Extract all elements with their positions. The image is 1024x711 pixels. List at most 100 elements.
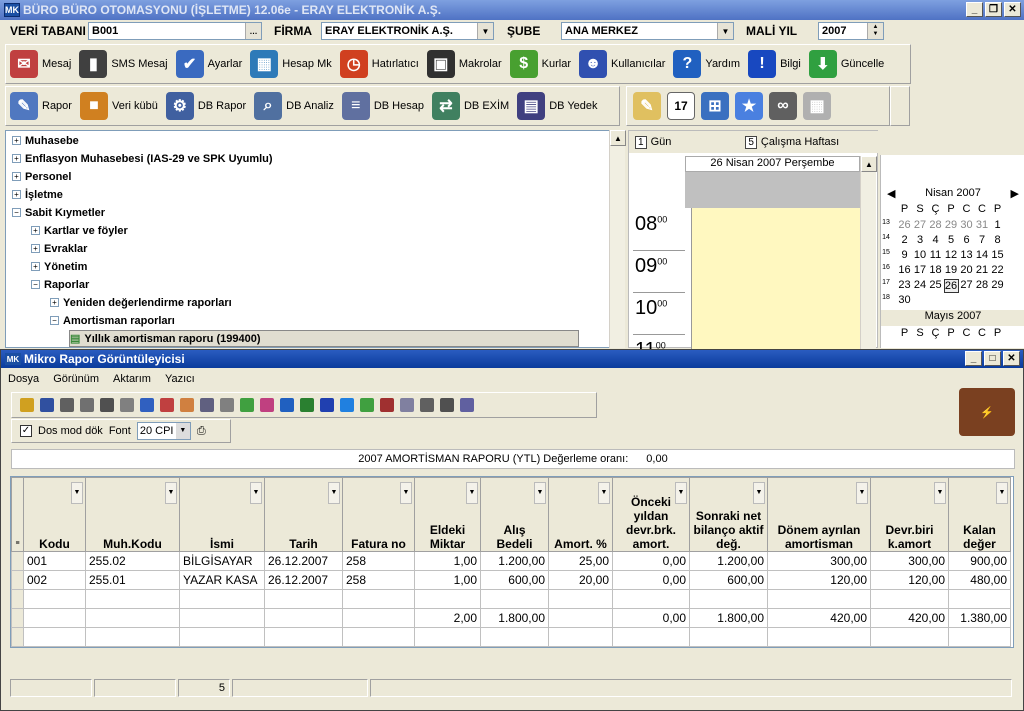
viewer-close-button[interactable]: ✕	[1003, 351, 1020, 366]
calendar-day[interactable]: 28	[975, 279, 990, 291]
filter-dropdown-icon[interactable]: ▼	[534, 482, 546, 504]
row-selector[interactable]	[11, 608, 24, 628]
spin-icon[interactable]: ▲ ▼	[867, 23, 883, 39]
kullanıcılar-button[interactable]: ☻ Kullanıcılar	[575, 45, 669, 83]
web-icon[interactable]	[380, 398, 394, 412]
collapse-icon[interactable]: −	[50, 316, 59, 325]
table-row[interactable]	[11, 627, 1011, 647]
db-exi-m-button[interactable]: ⇄ DB EXİM	[428, 87, 513, 125]
copy-icon[interactable]	[80, 398, 94, 412]
viewer-minimize-button[interactable]: _	[965, 351, 982, 366]
filter-dropdown-icon[interactable]: ▼	[996, 482, 1008, 504]
settings-icon[interactable]	[100, 398, 114, 412]
column-header[interactable]: Tarih ▼	[264, 477, 343, 552]
time-slots[interactable]	[691, 208, 860, 349]
collapse-icon[interactable]: −	[31, 280, 40, 289]
bilgi-button[interactable]: ! Bilgi	[744, 45, 805, 83]
chevron-down-icon[interactable]: ▼	[717, 23, 733, 39]
filter-dropdown-icon[interactable]: ▼	[598, 482, 610, 504]
calendar-day[interactable]: 17	[913, 264, 928, 276]
db-yedek-button[interactable]: ▤ DB Yedek	[513, 87, 601, 125]
calendar-day[interactable]: 10	[913, 249, 928, 261]
text-icon[interactable]	[440, 398, 454, 412]
font-select[interactable]: 20 CPI ▼	[136, 422, 191, 440]
rapor-button[interactable]: ✎ Rapor	[6, 87, 76, 125]
table-row[interactable]	[11, 589, 1011, 609]
column-header[interactable]: Dönem ayrılan amortisman ▼	[767, 477, 871, 552]
calendar-day[interactable]: 7	[975, 234, 990, 246]
minimize-button[interactable]: _	[966, 2, 983, 17]
calendar-day[interactable]: 27	[913, 219, 928, 231]
filter-dropdown-icon[interactable]: ▼	[856, 482, 868, 504]
row-selector[interactable]	[11, 589, 24, 609]
tree-node[interactable]: − Raporlar	[31, 276, 89, 293]
filter-dropdown-icon[interactable]: ▼	[934, 482, 946, 504]
expand-icon[interactable]: +	[50, 298, 59, 307]
restore-button[interactable]: ❐	[985, 2, 1002, 17]
pdf-icon[interactable]	[420, 398, 434, 412]
column-header[interactable]: İsmi ▼	[179, 477, 265, 552]
tree-node[interactable]: + Yönetim	[31, 258, 87, 275]
expand-icon[interactable]: +	[12, 136, 21, 145]
filter-dropdown-icon[interactable]: ▼	[400, 482, 412, 504]
email-icon[interactable]	[400, 398, 414, 412]
list-icon[interactable]	[220, 398, 234, 412]
column-header[interactable]: Muh.Kodu ▼	[85, 477, 180, 552]
tree-node[interactable]: + Muhasebe	[12, 132, 79, 149]
calendar-day[interactable]: 18	[928, 264, 943, 276]
calendar-day[interactable]: 31	[975, 219, 990, 231]
filter-dropdown-icon[interactable]: ▼	[466, 482, 478, 504]
calendar-day[interactable]: 27	[959, 279, 974, 291]
calendar-edit-icon[interactable]: ✎	[633, 92, 661, 120]
menu-item[interactable]: Yazıcı	[158, 373, 202, 385]
calendar-day[interactable]: 29	[944, 219, 959, 231]
column-header[interactable]: Sonraki net bilanço aktif değ. ▼	[689, 477, 768, 552]
filter-dropdown-icon[interactable]: ▼	[675, 482, 687, 504]
calendar-day[interactable]: 12	[944, 249, 959, 261]
row-selector[interactable]	[11, 627, 24, 647]
tree-node[interactable]: + Evraklar	[31, 240, 87, 257]
column-header[interactable]: Önceki yıldan devr.brk. amort. ▼	[612, 477, 690, 552]
ie-icon[interactable]	[340, 398, 354, 412]
column-header[interactable]: Alış Bedeli ▼	[480, 477, 549, 552]
calendar-day[interactable]: 11	[928, 249, 943, 261]
binoculars-icon[interactable]: ∞	[769, 92, 797, 120]
calendar-day[interactable]: 25	[928, 279, 943, 291]
save-icon[interactable]	[40, 398, 54, 412]
expand-icon[interactable]: +	[31, 226, 40, 235]
tree-node[interactable]: − Sabit Kıymetler	[12, 204, 105, 221]
veritabani-field[interactable]: B001…	[88, 22, 262, 40]
calendar-day[interactable]: 29	[990, 279, 1005, 291]
veri-kübü-button[interactable]: ■ Veri kübü	[76, 87, 162, 125]
day-view-icon[interactable]: 1	[635, 135, 647, 149]
calendar-day[interactable]: 26	[897, 219, 912, 231]
add-row-icon[interactable]	[140, 398, 154, 412]
filter-dropdown-icon[interactable]: ▼	[165, 482, 177, 504]
expand-icon[interactable]: +	[12, 190, 21, 199]
table-row[interactable]: 002 255.01 YAZAR KASA 26.12.2007 258 1,00 600,…	[11, 570, 1011, 590]
row-selector[interactable]	[11, 551, 24, 571]
edit-icon[interactable]	[240, 398, 254, 412]
close-button[interactable]: ✕	[1004, 2, 1021, 17]
search-doc-icon[interactable]	[460, 398, 474, 412]
sms-mesaj-button[interactable]: ▮ SMS Mesaj	[75, 45, 171, 83]
calendar-day[interactable]: 21	[975, 264, 990, 276]
calendar-day[interactable]: 30	[897, 294, 912, 306]
calendar-day[interactable]: 16	[897, 264, 912, 276]
yardım-button[interactable]: ? Yardım	[669, 45, 744, 83]
calendar-day[interactable]: 6	[959, 234, 974, 246]
next-month-icon[interactable]: ▶	[1011, 187, 1019, 200]
org-chart-icon[interactable]: ⊞	[701, 92, 729, 120]
column-header[interactable]: Amort. % ▼	[548, 477, 613, 552]
calendar-day-icon[interactable]: 17	[667, 92, 695, 120]
mali-yil-stepper[interactable]: 2007 ▲ ▼	[818, 22, 884, 40]
row-selector[interactable]	[11, 570, 24, 590]
columns-icon[interactable]	[180, 398, 194, 412]
scheduler-scrollbar[interactable]: ▲	[860, 156, 877, 349]
ayarlar-button[interactable]: ✔ Ayarlar	[172, 45, 247, 83]
filter-dropdown-icon[interactable]: ▼	[71, 482, 83, 504]
calendar-day[interactable]: 1	[990, 219, 1005, 231]
column-header[interactable]: Kodu ▼	[23, 477, 86, 552]
mesaj-button[interactable]: ✉ Mesaj	[6, 45, 75, 83]
tree-node[interactable]: + Enflasyon Muhasebesi (IAS-29 ve SPK Uyu…	[12, 150, 273, 167]
